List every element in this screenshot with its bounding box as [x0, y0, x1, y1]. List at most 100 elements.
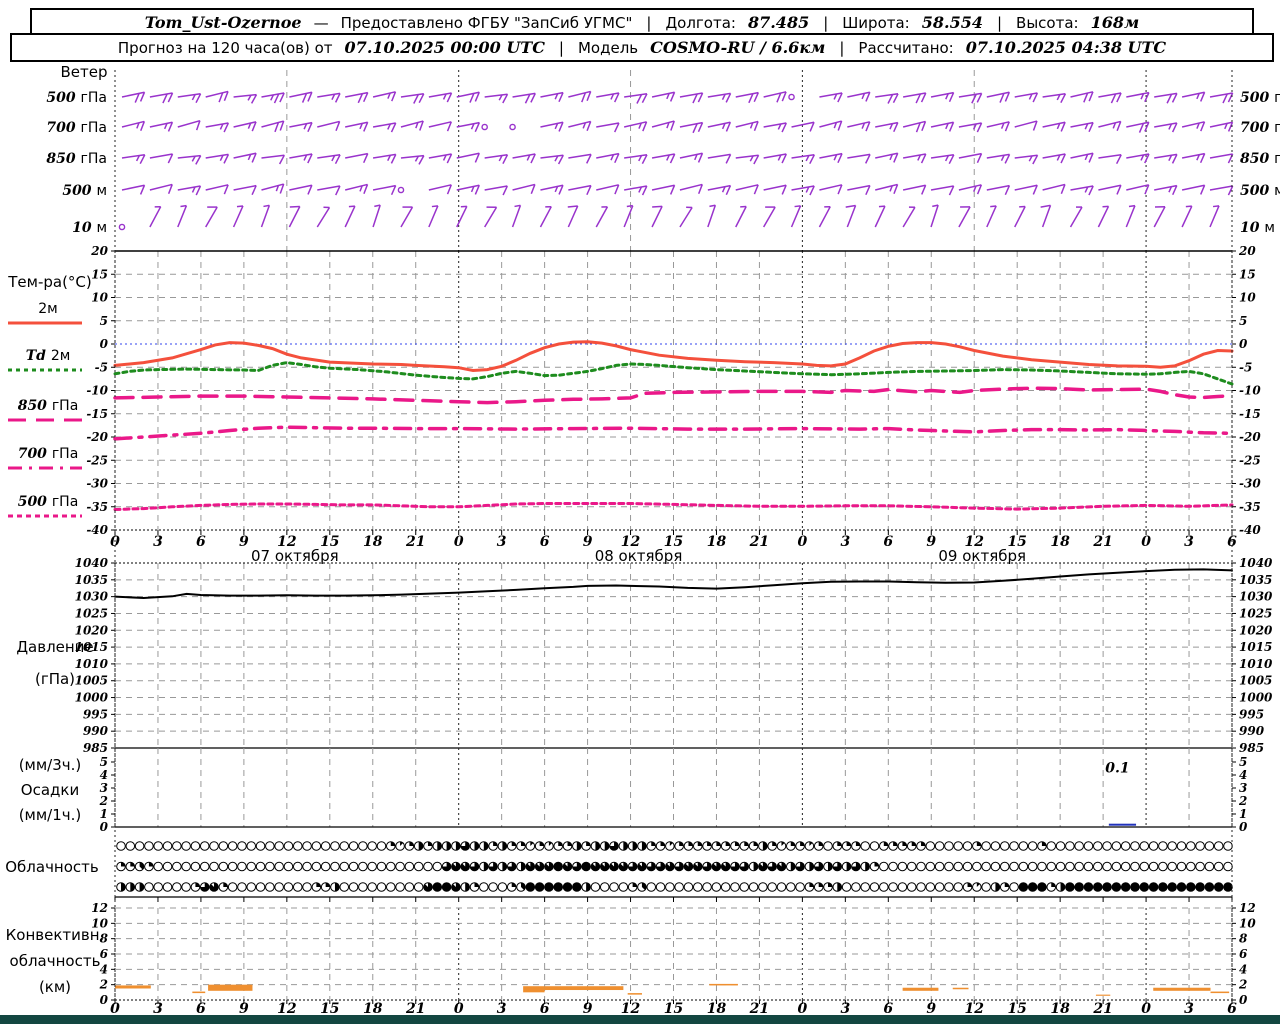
- wind-barb-feather: [180, 204, 187, 208]
- wind-barb-staff: [651, 91, 675, 98]
- temp-ytick-label-right: -25: [1239, 453, 1261, 467]
- calm-wind-icon: [509, 123, 516, 131]
- cloud-cover-fill: [725, 841, 730, 846]
- wind-barb-feather: [348, 205, 355, 208]
- pressure-panel: 985 985 990 990 995 995 1000 1000 1005 1005 1010 10…: [16, 556, 1273, 755]
- wind-barb-staff: [1181, 91, 1205, 98]
- wind-barb-staff: [233, 93, 257, 98]
- cloud-cover-icon: [1083, 861, 1094, 872]
- wind-barb-staff: [596, 92, 620, 98]
- cloud-cover-icon: [1176, 841, 1187, 851]
- cloud-cover-fill: [1102, 882, 1112, 892]
- cloud-cover-icon: [125, 841, 136, 851]
- wind-barb-staff: [735, 184, 759, 191]
- wind-level-label: 10 м: [72, 220, 107, 236]
- cloud-cover-fill: [632, 882, 637, 887]
- cloud-cover-icon: [283, 882, 294, 892]
- wind-barb-staff: [540, 184, 564, 191]
- cloud-cover-icon: [1065, 841, 1075, 851]
- wind-barb-staff: [1070, 152, 1094, 159]
- cloud-cover-icon: [311, 861, 322, 872]
- wind-barb-staff: [1014, 92, 1038, 98]
- wind-barb-staff: [205, 90, 229, 98]
- wind-barb-staff: [1154, 153, 1178, 159]
- wind-barb-feather: [892, 93, 899, 104]
- wind-barb-staff: [400, 120, 424, 128]
- wind-barb-staff: [623, 205, 634, 228]
- cloud-cover-icon: [925, 841, 936, 851]
- cloud-cover-icon: [851, 882, 861, 892]
- cloud-cover-fill: [1149, 882, 1158, 892]
- temp-ytick-label-right: -15: [1239, 407, 1261, 421]
- wind-barb-staff: [372, 153, 396, 159]
- cloud-cover-icon: [879, 882, 889, 892]
- cloud-cover-fill: [911, 841, 916, 846]
- convective-ytick-label-right: 6: [1239, 947, 1248, 961]
- precip-ytick-label-left: 4: [100, 768, 108, 782]
- cloud-cover-icon: [953, 841, 964, 851]
- wind-barb-feather: [557, 154, 564, 165]
- cloud-cover-icon: [330, 861, 340, 872]
- wind-barb-staff: [819, 120, 842, 128]
- temperature-panel-title: Тем-ра(°C): [7, 273, 92, 291]
- wind-barb-staff: [651, 120, 675, 128]
- cloud-cover-icon: [292, 841, 303, 851]
- wind-barb-staff: [1126, 91, 1150, 98]
- wind-barb-staff: [735, 154, 759, 159]
- wind-level-label: 700 гПа: [46, 120, 107, 136]
- cloud-cover-icon: [199, 841, 210, 851]
- cloud-cover-fill: [121, 862, 126, 867]
- wind-panel: Ветер 500 гПа 500 гПа 700 гПа 700 гПа 850 гПа…: [46, 63, 1280, 251]
- wind-level-label: 850 гПа: [1240, 151, 1280, 167]
- wind-barb-staff: [1126, 153, 1150, 159]
- wind-barb-staff: [568, 184, 592, 191]
- precip-ytick-label-left: 2: [99, 794, 108, 808]
- temperature-legend: Тем-ра(°C) 2м Td 2м 850 гПа 700 гПа 500 гПа: [7, 273, 92, 518]
- wind-level-label: 500 гПа: [1240, 90, 1280, 106]
- wind-barb-staff: [1209, 92, 1233, 98]
- cloud-cover-fill: [1051, 882, 1056, 887]
- convective-cloud-bar: [523, 986, 545, 993]
- wind-barb-staff: [344, 183, 368, 191]
- cloud-cover-icon: [497, 882, 508, 892]
- cloud-cover-icon: [953, 882, 964, 892]
- cloud-cover-fill: [567, 841, 572, 846]
- legend-label: 2м: [38, 301, 57, 317]
- wind-barb-staff: [149, 153, 173, 159]
- wind-barb-staff: [847, 153, 871, 159]
- convective-cloud-bar: [192, 991, 206, 994]
- wind-barb-staff: [623, 121, 647, 128]
- wind-barb-staff: [317, 185, 341, 191]
- precip-annotation: 0.1: [1105, 760, 1129, 776]
- cloud-cover-icon: [925, 861, 936, 872]
- cloud-cover-icon: [395, 882, 405, 892]
- cloud-cover-icon: [413, 861, 424, 872]
- wind-barb-feather: [1212, 205, 1220, 208]
- wind-barb-feather: [334, 154, 341, 165]
- cloud-cover-icon: [385, 882, 396, 892]
- wind-barb-staff: [456, 152, 480, 159]
- cloud-cover-fill: [1093, 882, 1103, 892]
- wind-barb-feather: [794, 205, 801, 208]
- cloud-cover-icon: [153, 882, 164, 892]
- wind-barb-staff: [1098, 184, 1122, 191]
- cloud-cover-icon: [367, 882, 377, 892]
- cloud-cover-fill: [1074, 882, 1084, 892]
- wind-barb-staff: [568, 153, 592, 159]
- cloud-cover-icon: [1120, 841, 1131, 851]
- cloud-cover-fill: [1214, 882, 1223, 892]
- cloud-cover-icon: [1158, 841, 1168, 851]
- wind-barb-staff: [624, 93, 648, 98]
- cloud-cover-icon: [1204, 841, 1215, 851]
- cloud-cover-icon: [404, 861, 415, 872]
- wind-barb-staff: [875, 183, 898, 191]
- cloud-cover-icon: [897, 861, 908, 872]
- cloud-cover-fill: [716, 841, 721, 846]
- wind-barb-staff: [958, 92, 982, 98]
- wind-barb-staff: [958, 122, 982, 128]
- cloud-cover-icon: [1195, 861, 1205, 872]
- cloud-cover-icon: [246, 882, 257, 892]
- cloud-cover-fill: [660, 841, 665, 846]
- wind-barb-feather: [1040, 204, 1051, 208]
- cloud-cover-icon: [227, 861, 238, 872]
